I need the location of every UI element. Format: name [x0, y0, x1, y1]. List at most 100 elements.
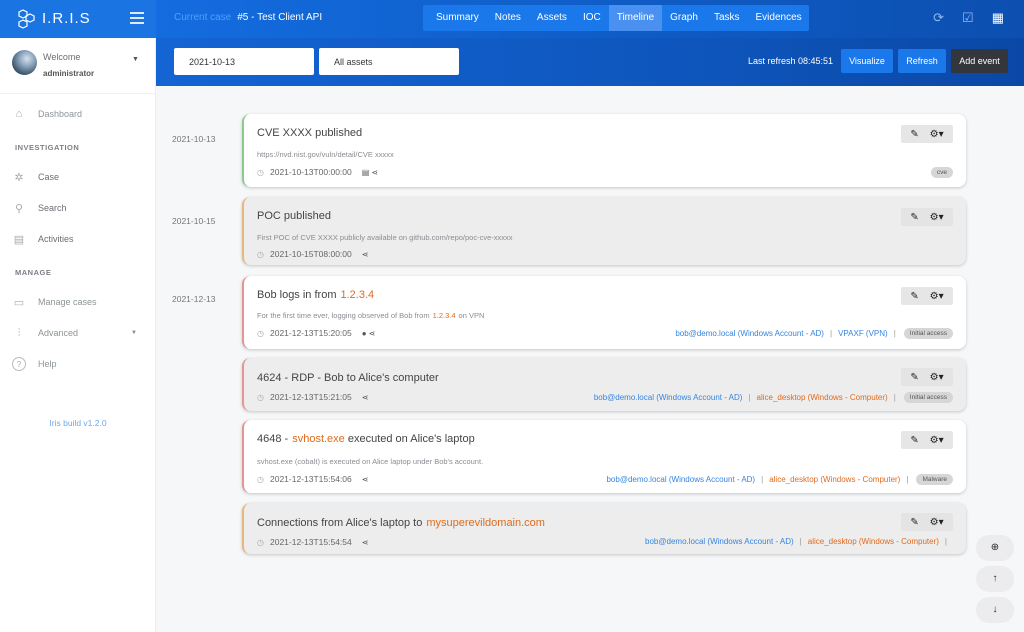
clock-icon: ◷ [257, 328, 264, 338]
event-actions: ✎ ⚙▾ [901, 208, 953, 226]
tab-assets[interactable]: Assets [529, 5, 575, 31]
checklist-icon[interactable]: ☑ [962, 10, 974, 26]
logo-area: I.R.I.S [0, 0, 156, 38]
ioc-highlight[interactable]: 1.2.3.4 [340, 289, 374, 301]
tab-summary[interactable]: Summary [428, 5, 487, 31]
gear-dropdown-icon[interactable]: ⚙▾ [930, 129, 944, 140]
tab-notes[interactable]: Notes [487, 5, 529, 31]
refresh-icon[interactable]: ⟳ [933, 10, 944, 26]
edit-pencil-icon[interactable]: ✎ [910, 291, 918, 302]
share-icon[interactable]: ⋖ [362, 475, 369, 484]
tab-tasks[interactable]: Tasks [706, 5, 748, 31]
sidebar-item-case[interactable]: ✲ Case [12, 169, 59, 185]
gear-dropdown-icon[interactable]: ⚙▾ [930, 372, 944, 383]
event-timestamp: 2021-10-15T08:00:00 [269, 249, 352, 259]
add-event-fab[interactable]: ⊕ [976, 535, 1014, 561]
current-case-value[interactable]: #5 - Test Client API [237, 12, 322, 23]
user-menu-caret-icon[interactable]: ▼ [132, 56, 139, 63]
event-meta: ◷ 2021-12-13T15:54:54 ⋖ [257, 537, 368, 547]
gear-dropdown-icon[interactable]: ⚙▾ [930, 291, 944, 302]
sidebar-item-advanced[interactable]: ⫶ Advanced ▼ [12, 325, 137, 341]
event-assets: bob@demo.local (Windows Account - AD) | V… [675, 328, 953, 339]
sidebar-item-dashboard[interactable]: ⌂ Dashboard [12, 106, 82, 122]
asset-link[interactable]: bob@demo.local (Windows Account - AD) [645, 537, 794, 546]
timeline-event[interactable]: POC published First POC of CVE XXXX publ… [242, 197, 966, 265]
asset-link[interactable]: bob@demo.local (Windows Account - AD) [675, 329, 824, 338]
event-actions: ✎ ⚙▾ [901, 431, 953, 449]
sidebar-item-help[interactable]: ? Help [12, 356, 57, 372]
gear-dropdown-icon[interactable]: ⚙▾ [930, 435, 944, 446]
chevron-down-icon: ▼ [131, 330, 137, 336]
tab-graph[interactable]: Graph [662, 5, 706, 31]
asset-link[interactable]: alice_desktop (Windows - Computer) [808, 537, 939, 546]
event-actions: ✎ ⚙▾ [901, 287, 953, 305]
share-icon[interactable]: ⋖ [371, 168, 378, 177]
event-meta: ◷ 2021-12-13T15:54:06 ⋖ [257, 474, 368, 484]
section-investigation: INVESTIGATION [15, 143, 80, 152]
gear-dropdown-icon[interactable]: ⚙▾ [930, 212, 944, 223]
edit-pencil-icon[interactable]: ✎ [910, 129, 918, 140]
asset-link[interactable]: bob@demo.local (Windows Account - AD) [594, 393, 743, 402]
event-title: 4624 - RDP - Bob to Alice's computer [257, 372, 439, 384]
timeline-date: 2021-10-15 [172, 216, 216, 226]
ioc-highlight[interactable]: 1.2.3.4 [433, 311, 456, 320]
share-icon[interactable]: ⋖ [362, 250, 369, 259]
timeline-event[interactable]: Connections from Alice's laptop to mysupe… [242, 503, 966, 554]
edit-pencil-icon[interactable]: ✎ [910, 372, 918, 383]
sidebar-item-activities[interactable]: ▤ Activities [12, 231, 74, 247]
sidebar-item-manage-cases[interactable]: ▭ Manage cases [12, 294, 97, 310]
edit-pencil-icon[interactable]: ✎ [910, 517, 918, 528]
visualize-button[interactable]: Visualize [841, 49, 893, 73]
event-title: CVE XXXX published [257, 127, 363, 139]
sidebar-item-search[interactable]: ⚲ Search [12, 200, 67, 216]
current-case-label: Current case [174, 12, 232, 23]
share-icon[interactable]: ⋖ [362, 393, 369, 402]
info-circle-icon[interactable]: ● [362, 329, 367, 338]
timeline-event[interactable]: CVE XXXX published https://nvd.nist.gov/… [242, 114, 966, 187]
edit-pencil-icon[interactable]: ✎ [910, 435, 918, 446]
timeline-filter-bar: 2021-10-13 All assets Last refresh 08:45… [156, 38, 1024, 86]
edit-pencil-icon[interactable]: ✎ [910, 212, 918, 223]
apps-grid-icon[interactable]: ▦ [992, 10, 1004, 26]
asset-filter-select[interactable]: All assets [319, 48, 459, 75]
arrow-down-icon: ↓ [992, 604, 998, 615]
date-filter-input[interactable]: 2021-10-13 [174, 48, 314, 75]
gear-dropdown-icon[interactable]: ⚙▾ [930, 517, 944, 528]
asset-link[interactable]: VPAXF (VPN) [838, 329, 888, 338]
ioc-highlight[interactable]: svhost.exe [292, 433, 345, 445]
case-network-icon: ✲ [14, 171, 24, 184]
event-description: First POC of CVE XXXX publicly available… [257, 233, 513, 242]
current-case: Current case #5 - Test Client API [174, 12, 322, 23]
event-timestamp: 2021-10-13T00:00:00 [269, 167, 352, 177]
tab-timeline[interactable]: Timeline [608, 5, 663, 31]
tab-evidences[interactable]: Evidences [748, 5, 810, 31]
ioc-highlight[interactable]: mysuperevildomain.com [426, 517, 545, 529]
scroll-up-button[interactable]: ↑ [976, 566, 1014, 592]
section-manage: MANAGE [15, 268, 52, 277]
share-icon[interactable]: ⋖ [369, 329, 376, 338]
share-icon[interactable]: ⋖ [362, 538, 369, 547]
arrow-up-icon: ↑ [992, 573, 998, 584]
event-actions: ✎ ⚙▾ [901, 513, 953, 531]
avatar[interactable] [12, 50, 37, 75]
asset-link[interactable]: alice_desktop (Windows - Computer) [757, 393, 888, 402]
tab-ioc[interactable]: IOC [575, 5, 609, 31]
event-tags: cve [929, 167, 953, 178]
asset-link[interactable]: bob@demo.local (Windows Account - AD) [606, 475, 755, 484]
event-meta: ◷ 2021-12-13T15:20:05 ● ⋖ [257, 328, 375, 338]
event-title: Bob logs in from 1.2.3.4 [257, 289, 375, 301]
sidebar-item-label: Manage cases [38, 297, 97, 307]
case-tabs: Summary Notes Assets IOC Timeline Graph … [423, 5, 809, 31]
asset-link[interactable]: alice_desktop (Windows - Computer) [769, 475, 900, 484]
add-event-button[interactable]: Add event [951, 49, 1008, 73]
search-icon: ⚲ [14, 202, 24, 215]
timeline-event[interactable]: 4624 - RDP - Bob to Alice's computer ◷ 2… [242, 358, 966, 411]
timeline-event[interactable]: 4648 - svhost.exe executed on Alice's lap… [242, 420, 966, 493]
menu-toggle-icon[interactable] [130, 12, 144, 24]
app-name: I.R.I.S [42, 10, 91, 27]
scroll-down-button[interactable]: ↓ [976, 597, 1014, 623]
tag-badge: Malware [916, 474, 953, 485]
refresh-button[interactable]: Refresh [898, 49, 946, 73]
timeline-event[interactable]: Bob logs in from 1.2.3.4 For the first ti… [242, 276, 966, 349]
folder-icon: ▭ [13, 296, 25, 309]
